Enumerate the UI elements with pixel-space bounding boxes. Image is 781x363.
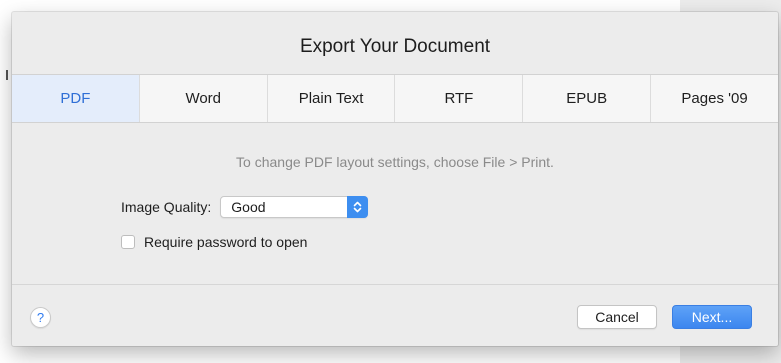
- help-button[interactable]: ?: [30, 307, 51, 328]
- tab-epub[interactable]: EPUB: [523, 75, 652, 122]
- export-format-tabs: PDF Word Plain Text RTF EPUB Pages '09: [12, 74, 778, 123]
- require-password-label: Require password to open: [144, 234, 308, 250]
- layout-settings-hint: To change PDF layout settings, choose Fi…: [236, 154, 554, 170]
- require-password-checkbox[interactable]: [121, 235, 135, 249]
- tab-plain-text[interactable]: Plain Text: [268, 75, 396, 122]
- up-down-chevrons-icon: [347, 196, 369, 218]
- image-quality-row: Image Quality: Good: [121, 195, 369, 219]
- export-dialog: Export Your Document PDF Word Plain Text…: [12, 12, 778, 346]
- next-button[interactable]: Next...: [672, 305, 752, 329]
- tab-word[interactable]: Word: [140, 75, 268, 122]
- image-quality-value: Good: [231, 199, 266, 215]
- image-quality-select[interactable]: Good: [220, 196, 369, 218]
- footer-divider: [12, 284, 778, 285]
- tab-pages-09[interactable]: Pages '09: [651, 75, 778, 122]
- dialog-title: Export Your Document: [299, 36, 491, 57]
- background-text-cursor: [6, 70, 8, 80]
- cancel-button[interactable]: Cancel: [577, 305, 657, 329]
- tab-pdf[interactable]: PDF: [12, 75, 140, 122]
- image-quality-label: Image Quality:: [121, 199, 212, 215]
- tab-rtf[interactable]: RTF: [395, 75, 524, 122]
- require-password-row: Require password to open: [121, 234, 307, 250]
- question-mark-icon: ?: [36, 310, 45, 325]
